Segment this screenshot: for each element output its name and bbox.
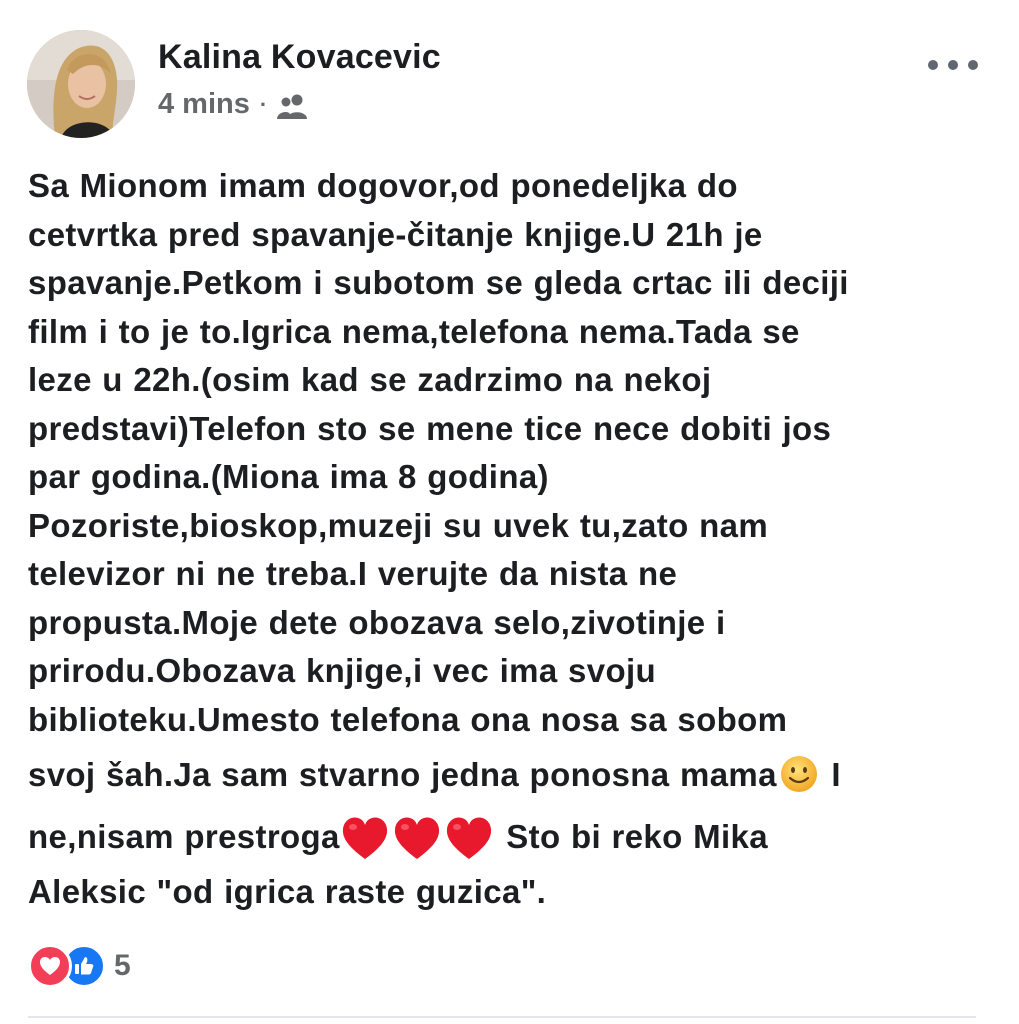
- post-text-line: ne,nisam prestroga Sto bi reko Mika: [28, 806, 988, 868]
- divider: [28, 1016, 976, 1018]
- post-text-segment: ne,nisam prestroga: [28, 818, 340, 855]
- more-dot: [948, 60, 958, 70]
- post-text-line: cetvrtka pred spavanje-čitanje knjige.U …: [28, 215, 763, 253]
- post-text-segment: Sto bi reko Mika: [495, 818, 768, 855]
- red-heart-emoji-icon: [392, 814, 442, 862]
- red-heart-emoji-icon: [444, 814, 494, 862]
- author-avatar[interactable]: [27, 30, 135, 138]
- post-text-line: spavanje.Petkom i subotom se gleda crtac…: [28, 264, 849, 301]
- post-text-line: par godina.(Miona ima 8 godina): [28, 458, 549, 495]
- reaction-count: 5: [114, 949, 131, 982]
- post-text-line: prirodu.Obozava knjige,i vec ima svoju: [28, 652, 656, 689]
- meta-separator: ·: [259, 91, 268, 117]
- post-text: Sa Mionom imam dogovor,od ponedeljka do …: [28, 162, 988, 917]
- post-timestamp[interactable]: 4 mins: [158, 88, 250, 121]
- post-text-line: predstavi)Telefon sto se mene tice nece …: [28, 409, 832, 447]
- post-text-line: propusta.Moje dete obozava selo,zivotinj…: [28, 603, 726, 641]
- post-text-line: biblioteku.Umesto telefona ona nosa sa s…: [28, 700, 788, 738]
- post-text-line: film i to je to.Igrica nema,telefona nem…: [28, 312, 800, 350]
- post-meta: 4 mins ·: [158, 88, 310, 121]
- post-text-line: svoj šah.Ja sam stvarno jedna ponosna ma…: [28, 744, 988, 806]
- avatar-photo: [27, 30, 135, 138]
- post-text-line: televizor ni ne treba.I verujte da nista…: [28, 555, 678, 592]
- more-options-icon[interactable]: [928, 50, 978, 80]
- post-text-segment: svoj šah.Ja sam stvarno jedna ponosna ma…: [28, 756, 777, 793]
- post-text-segment: I: [820, 756, 841, 793]
- facebook-post: Kalina Kovacevic 4 mins · Sa Mionom imam…: [0, 0, 1019, 1024]
- post-text-line: leze u 22h.(osim kad se zadrzimo na neko…: [28, 361, 712, 398]
- post-text-line: Aleksic "od igrica raste guzica".: [28, 873, 547, 910]
- more-dot: [928, 60, 938, 70]
- post-text-line: Sa Mionom imam dogovor,od ponedeljka do: [28, 167, 738, 204]
- more-dot: [968, 60, 978, 70]
- smiling-face-emoji-icon: [779, 752, 819, 792]
- love-reaction-icon: [28, 944, 72, 988]
- post-text-line: Pozoriste,bioskop,muzeji su uvek tu,zato…: [28, 506, 769, 544]
- friends-icon[interactable]: [276, 92, 310, 120]
- red-heart-emoji-icon: [340, 814, 390, 862]
- reactions-summary[interactable]: 5: [28, 944, 131, 988]
- author-name[interactable]: Kalina Kovacevic: [158, 38, 441, 77]
